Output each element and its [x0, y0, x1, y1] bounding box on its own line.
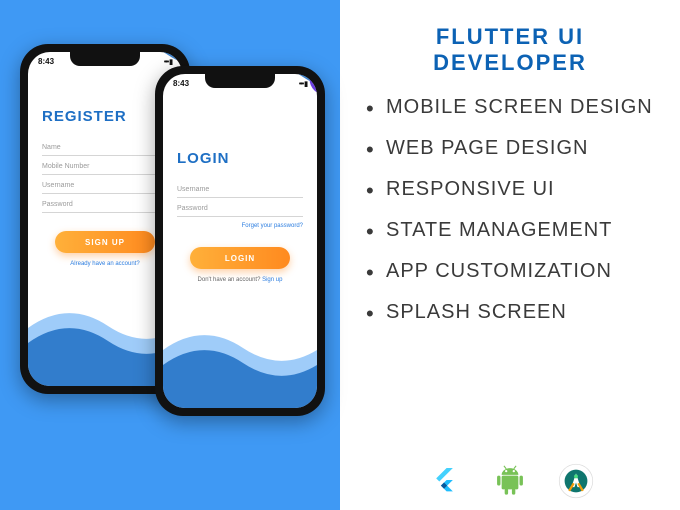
- password-field[interactable]: Password: [42, 194, 168, 213]
- phone-showcase: 8:43 ••• ▮ REGISTER Name Mobile Number U…: [0, 0, 340, 510]
- wave-bottom-decoration: [163, 298, 317, 408]
- features-panel: FLUTTER UI DEVELOPER Mobile screen desig…: [340, 0, 680, 510]
- login-screen: 8:43 ••• ▮ LOGIN Username Password Forge…: [163, 74, 317, 408]
- login-phone-frame: 8:43 ••• ▮ LOGIN Username Password Forge…: [155, 66, 325, 416]
- list-item: Responsive UI: [362, 178, 658, 201]
- username-field[interactable]: Username: [42, 175, 168, 194]
- status-time: 8:43: [173, 79, 189, 88]
- list-item: Web page design: [362, 137, 658, 160]
- android-studio-icon: [557, 462, 595, 500]
- forgot-password-link[interactable]: Forget your password?: [163, 223, 303, 229]
- list-item: State management: [362, 219, 658, 242]
- status-time: 8:43: [38, 57, 54, 66]
- phone-notch: [205, 74, 275, 88]
- login-button[interactable]: LOGIN: [190, 247, 290, 269]
- list-item: Mobile screen design: [362, 96, 658, 119]
- flutter-icon: [425, 462, 463, 500]
- page-title: FLUTTER UI DEVELOPER: [362, 24, 658, 76]
- username-field[interactable]: Username: [177, 179, 303, 198]
- android-icon: [491, 462, 529, 500]
- name-field[interactable]: Name: [42, 137, 168, 156]
- promo-banner: 8:43 ••• ▮ REGISTER Name Mobile Number U…: [0, 0, 680, 510]
- phone-notch: [70, 52, 140, 66]
- signup-button[interactable]: SIGN UP: [55, 231, 155, 253]
- list-item: Splash Screen: [362, 301, 658, 324]
- tech-logos: [340, 462, 680, 500]
- signup-link[interactable]: Don't have an account? Sign up: [163, 277, 317, 283]
- password-field[interactable]: Password: [177, 198, 303, 217]
- list-item: App customization: [362, 260, 658, 283]
- feature-list: Mobile screen design Web page design Res…: [362, 96, 658, 324]
- mobile-field[interactable]: Mobile Number: [42, 156, 168, 175]
